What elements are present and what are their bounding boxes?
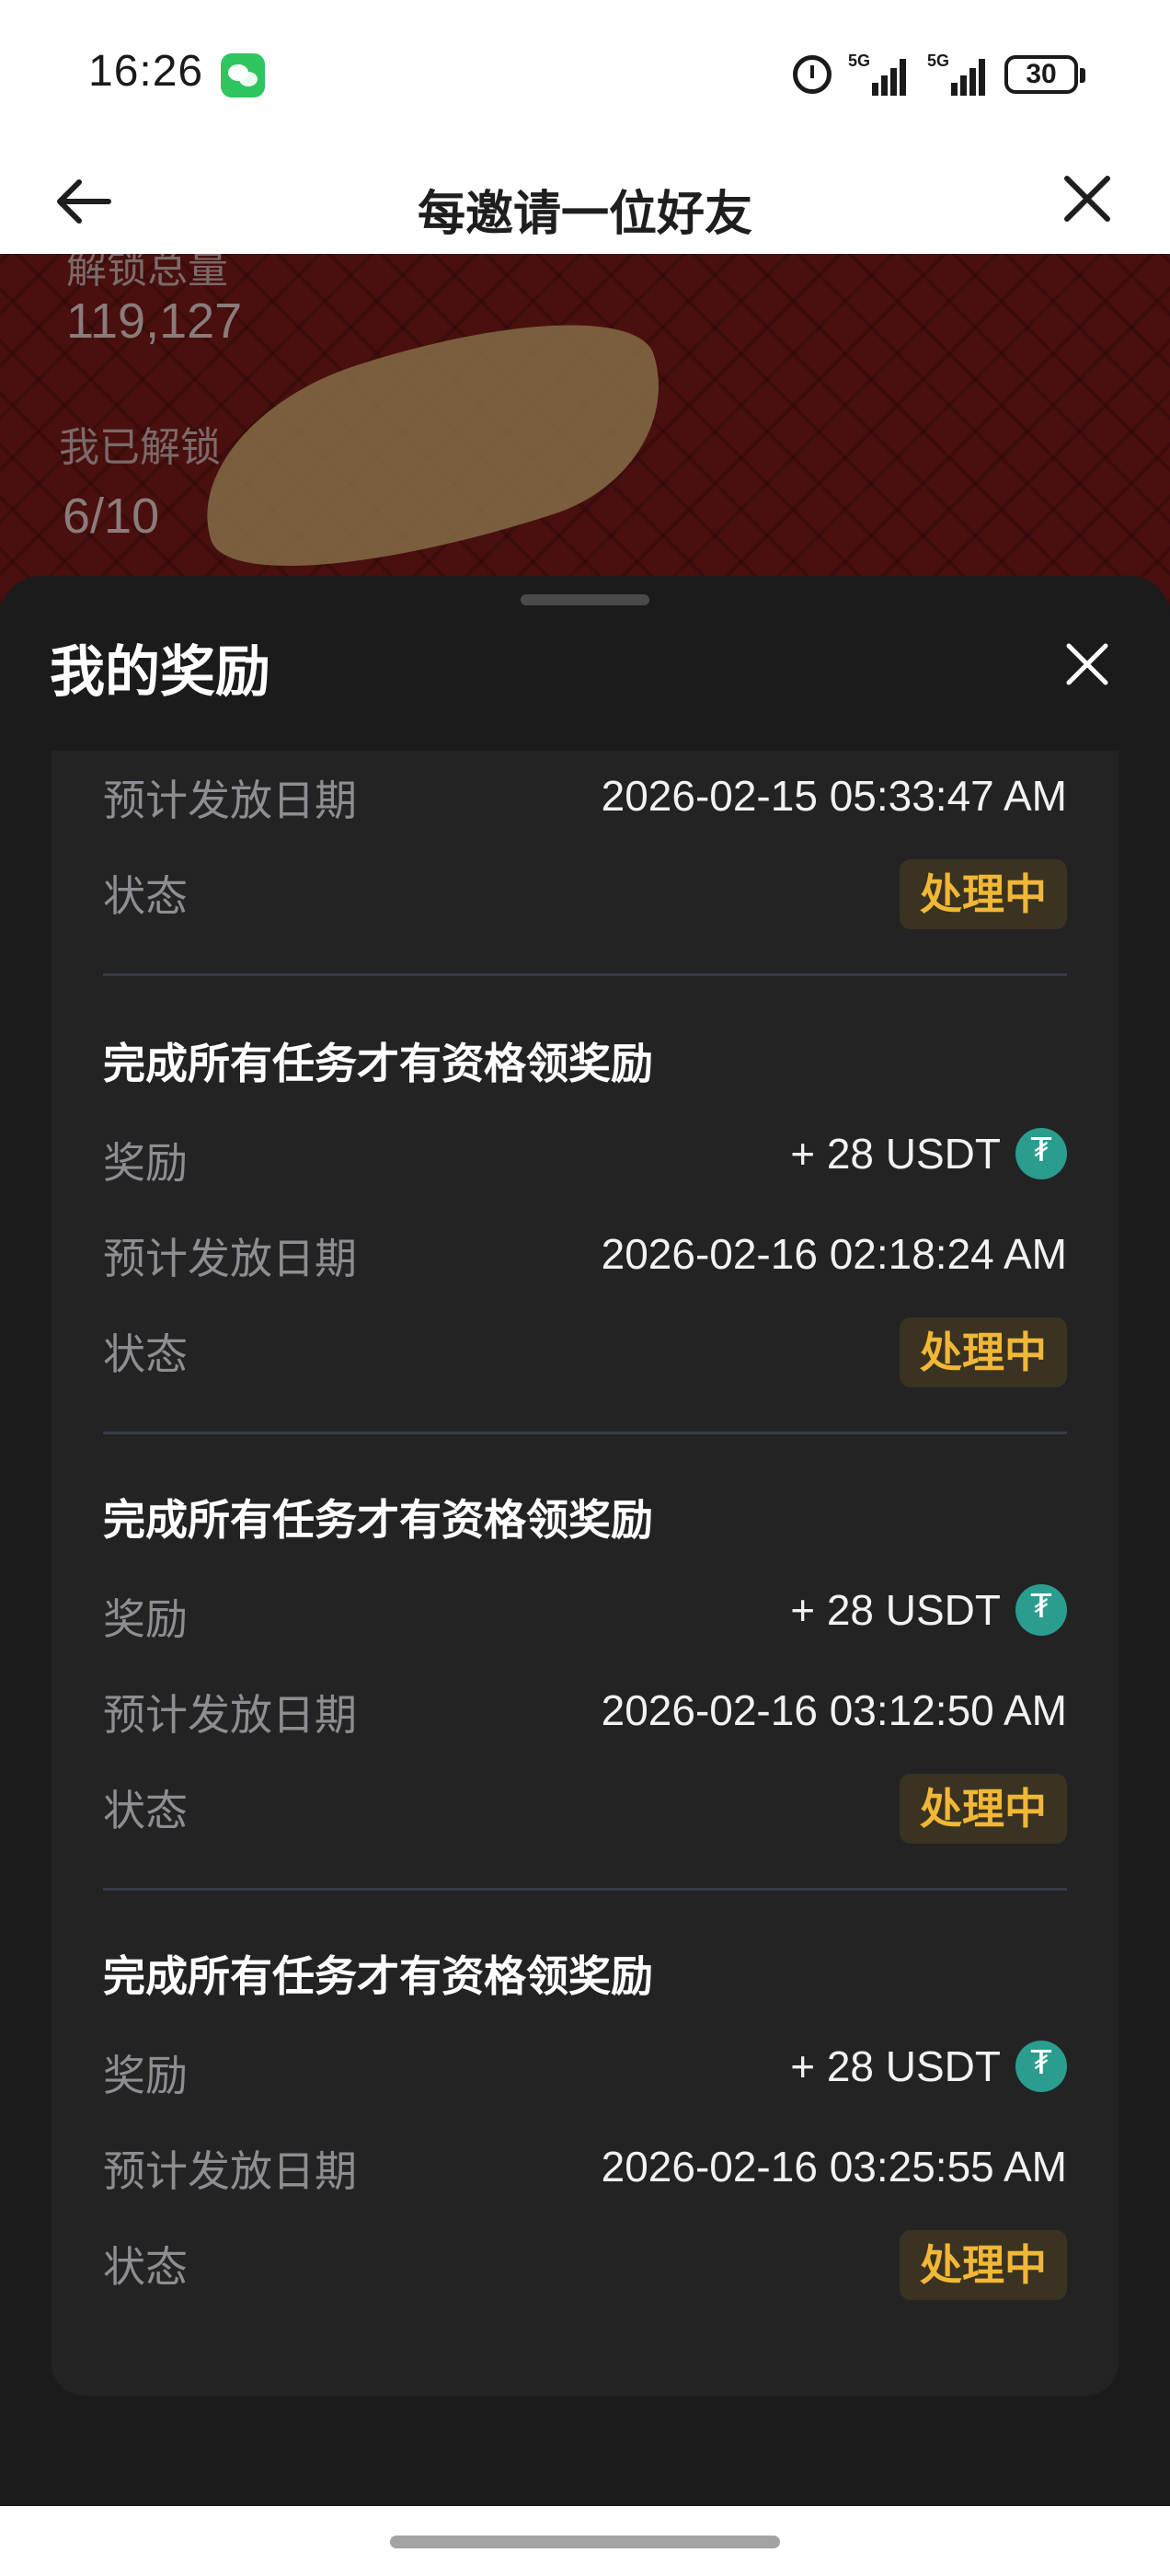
sheet-drag-handle[interactable] (521, 594, 649, 605)
signal-label: 5G (848, 52, 871, 70)
status-badge: 处理中 (900, 859, 1067, 929)
reward-item-title: 完成所有任务才有资格领奖励 (103, 1495, 653, 1545)
wechat-notification-icon (221, 53, 265, 98)
signal-icon: 5G (927, 52, 997, 96)
status-badge: 处理中 (900, 1317, 1067, 1387)
status-label: 状态 (103, 1329, 188, 1379)
battery-icon: 30 (1004, 55, 1085, 94)
my-unlock-value: 6/10 (63, 489, 160, 544)
reward-label: 奖励 (103, 1594, 188, 1644)
close-sheet-button[interactable] (1061, 638, 1113, 690)
date-value: 2026-02-16 03:12:50 AM (601, 1686, 1067, 1734)
date-label: 预计发放日期 (103, 1690, 357, 1740)
reward-amount: + 28 USDT (790, 1586, 1001, 1634)
reward-amount: + 28 USDT (790, 1130, 1001, 1178)
divider (103, 1888, 1067, 1891)
nav-bar: 每邀请一位好友 (0, 147, 1170, 254)
close-page-button[interactable] (1058, 169, 1117, 228)
page-title: 每邀请一位好友 (417, 187, 752, 242)
my-unlock-label: 我已解锁 (59, 424, 221, 471)
home-bar-area (0, 2506, 1170, 2576)
reward-value: + 28 USDT (790, 2041, 1067, 2092)
sheet-title: 我的奖励 (50, 640, 270, 705)
reward-label: 奖励 (103, 2051, 188, 2100)
close-icon (1064, 176, 1110, 222)
status-badge: 处理中 (900, 2230, 1067, 2300)
reward-item-title: 完成所有任务才有资格领奖励 (103, 1039, 653, 1088)
date-value: 2026-02-16 03:25:55 AM (601, 2143, 1067, 2191)
invite-banner: 解锁总量 119,127 我已解锁 6/10 (0, 254, 1170, 604)
reward-amount: + 28 USDT (790, 2042, 1001, 2090)
divider (103, 1432, 1067, 1434)
date-label: 预计发放日期 (103, 776, 357, 825)
reward-value: + 28 USDT (790, 1128, 1067, 1179)
divider (103, 973, 1067, 976)
status-label: 状态 (103, 2242, 188, 2292)
date-value: 2026-02-15 05:33:47 AM (601, 772, 1067, 820)
signal-label: 5G (927, 52, 950, 70)
status-label: 状态 (103, 1786, 188, 1835)
date-label: 预计发放日期 (103, 1234, 357, 1283)
date-value: 2026-02-16 02:18:24 AM (601, 1230, 1067, 1278)
unlock-total-value: 119,127 (66, 293, 243, 349)
unlock-total-label: 解锁总量 (66, 254, 228, 293)
close-icon (1066, 643, 1108, 685)
reward-value: + 28 USDT (790, 1584, 1067, 1636)
status-time: 16:26 (88, 47, 204, 96)
status-badge: 处理中 (900, 1774, 1067, 1844)
brush-stroke-decoration (173, 277, 692, 604)
reward-item-title: 完成所有任务才有资格领奖励 (103, 1951, 653, 2001)
reward-label: 奖励 (103, 1138, 188, 1188)
status-label: 状态 (103, 871, 188, 921)
date-label: 预计发放日期 (103, 2146, 357, 2196)
rewards-list[interactable]: 预计发放日期 2026-02-15 05:33:47 AM 状态 处理中 完成所… (52, 751, 1118, 2396)
alarm-icon (793, 55, 832, 94)
signal-icon: 5G (848, 52, 918, 96)
home-indicator[interactable] (390, 2536, 780, 2548)
usdt-icon (1015, 1128, 1067, 1179)
rewards-sheet: 我的奖励 预计发放日期 2026-02-15 05:33:47 AM 状态 处理… (0, 576, 1170, 2508)
status-bar: 16:26 5G 5G 30 (0, 0, 1170, 147)
usdt-icon (1015, 2041, 1067, 2092)
usdt-icon (1015, 1584, 1067, 1636)
